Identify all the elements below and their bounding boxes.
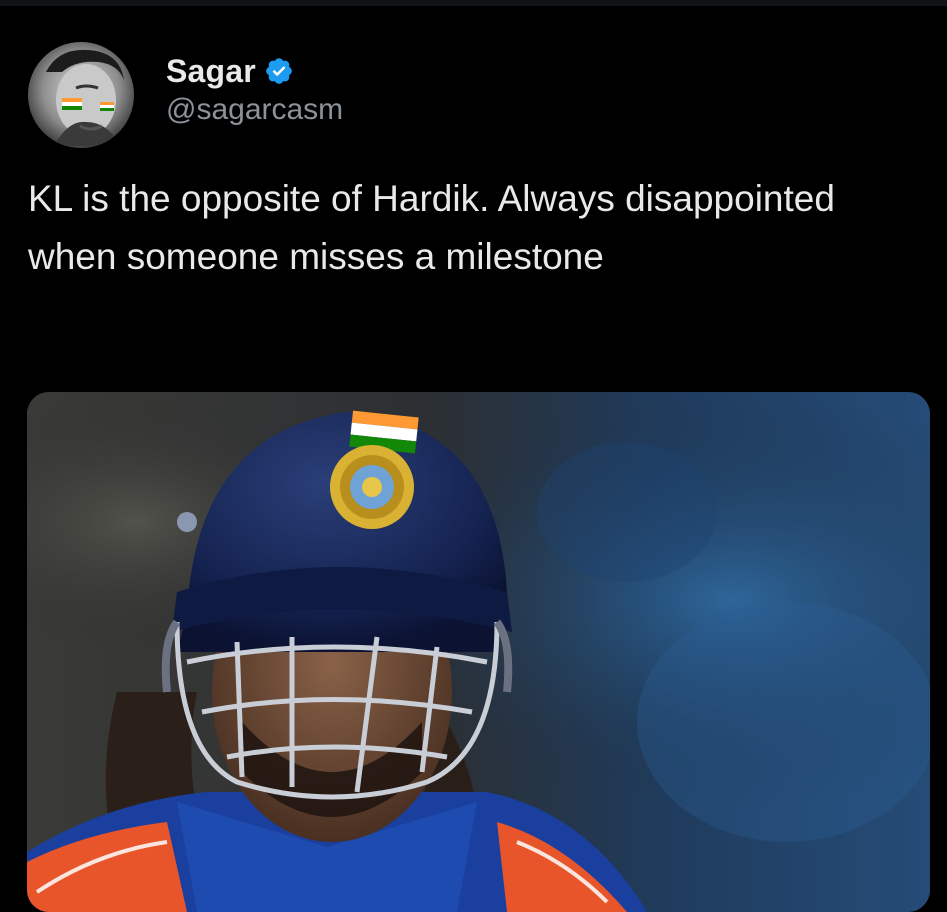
cricketer-helmet-photo-icon	[27, 392, 930, 912]
profile-photo-icon	[28, 42, 134, 148]
tweet-header: Sagar @sagarcasm	[28, 40, 343, 150]
avatar[interactable]	[28, 42, 134, 148]
verified-badge-icon[interactable]	[264, 56, 294, 86]
author-handle[interactable]: @sagarcasm	[166, 93, 343, 127]
tweet-card[interactable]: Sagar @sagarcasm KL is the opposite of H…	[0, 0, 947, 912]
author-identity: Sagar @sagarcasm	[166, 49, 343, 127]
tweet-media[interactable]	[27, 392, 930, 912]
name-row: Sagar	[166, 49, 343, 93]
author-display-name[interactable]: Sagar	[166, 53, 256, 90]
tweet-text: KL is the opposite of Hardik. Always dis…	[28, 178, 835, 277]
